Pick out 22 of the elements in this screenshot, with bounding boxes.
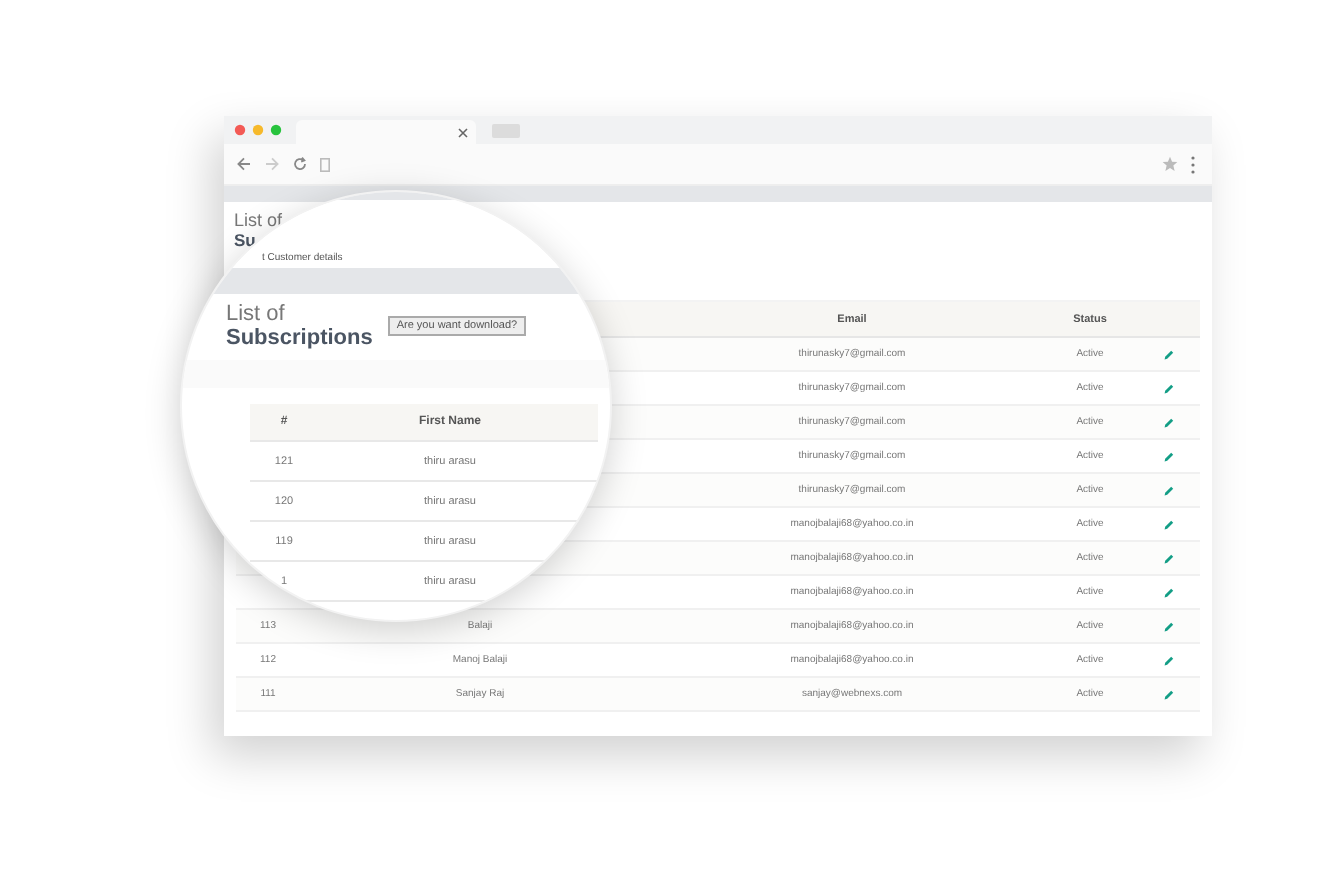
reload-icon[interactable] xyxy=(292,156,308,172)
edit-icon[interactable] xyxy=(1163,485,1173,495)
edit-icon[interactable] xyxy=(1163,587,1173,597)
page-title: Subscriptions xyxy=(226,326,373,350)
page-title: Su xyxy=(234,230,256,250)
edit-icon[interactable] xyxy=(1163,451,1173,461)
page-title: List of xyxy=(234,210,283,230)
page-title: List of xyxy=(226,304,287,326)
page-icon xyxy=(320,157,330,171)
edit-icon[interactable] xyxy=(1163,417,1173,427)
edit-icon[interactable] xyxy=(1163,655,1173,665)
star-icon[interactable] xyxy=(1162,156,1178,172)
back-icon[interactable] xyxy=(236,156,252,172)
edit-icon[interactable] xyxy=(1163,553,1173,563)
edit-icon[interactable] xyxy=(1163,621,1173,631)
edit-icon[interactable] xyxy=(1163,349,1173,359)
menu-icon[interactable] xyxy=(1190,155,1196,173)
edit-icon[interactable] xyxy=(1163,519,1173,529)
edit-icon[interactable] xyxy=(1163,383,1173,393)
edit-icon[interactable] xyxy=(1163,689,1173,699)
window-controls-icon[interactable] xyxy=(234,124,282,136)
close-icon[interactable] xyxy=(458,127,468,137)
